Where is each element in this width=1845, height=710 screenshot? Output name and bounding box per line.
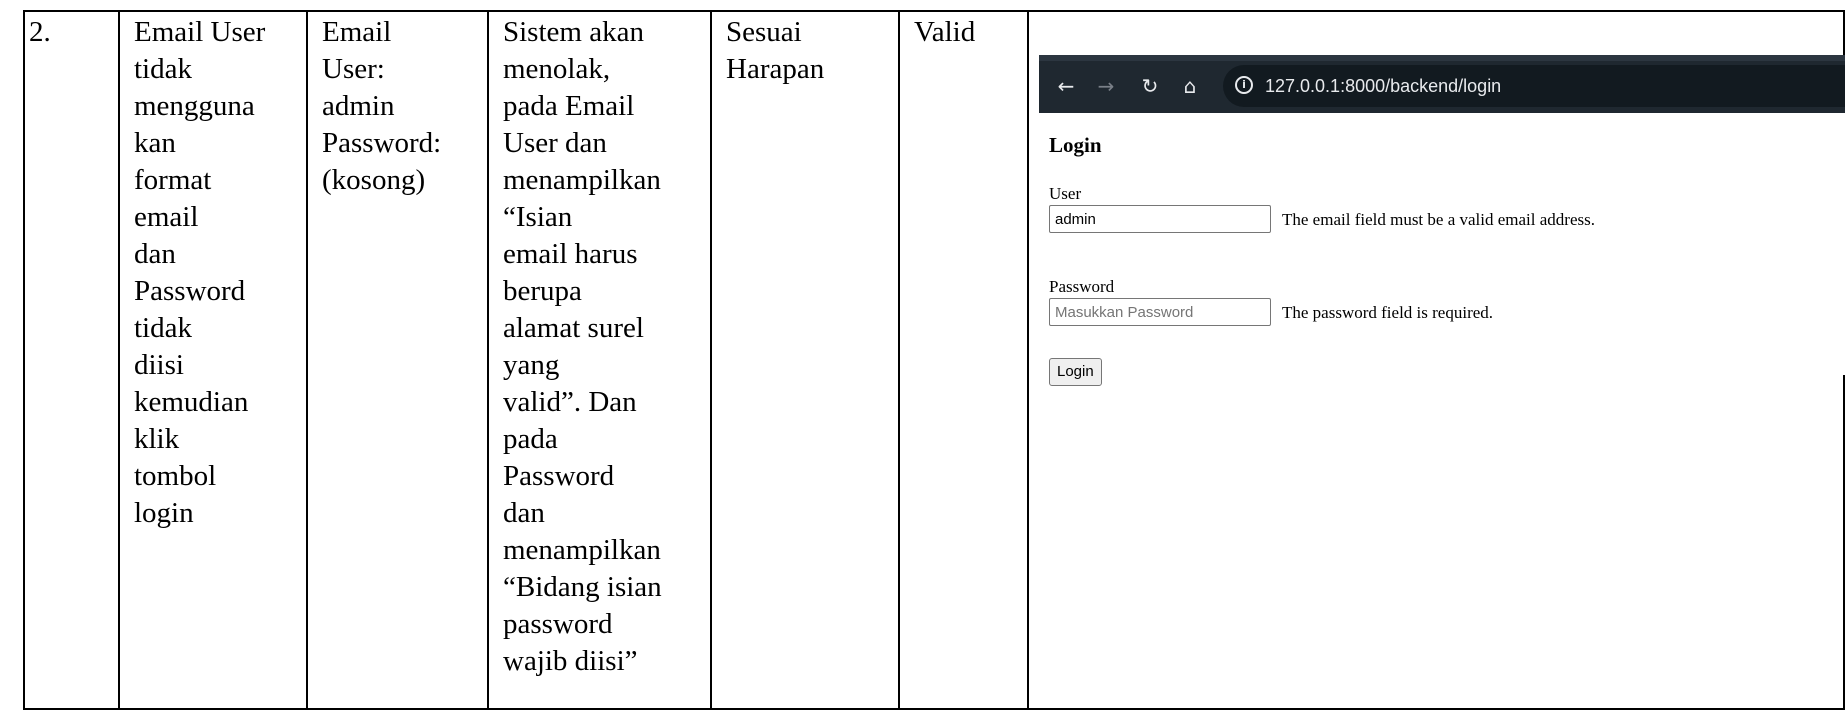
login-button[interactable]: Login: [1049, 358, 1102, 386]
cell-expected: Sistem akan menolak, pada Email User dan…: [487, 10, 712, 710]
page-title: Login: [1049, 133, 1102, 157]
password-label: Password: [1049, 277, 1115, 296]
user-error-message: The email field must be a valid email ad…: [1282, 210, 1595, 229]
row-number: 2.: [29, 16, 51, 48]
user-input[interactable]: [1049, 205, 1271, 233]
password-input[interactable]: [1049, 298, 1271, 326]
reload-icon[interactable]: ↻: [1135, 71, 1165, 101]
table-row: 2. Email User tidak mengguna kan format …: [23, 10, 1845, 710]
observed-result-text: Sesuai Harapan: [726, 16, 825, 85]
login-screenshot: ← → ↻ ⌂ i 127.0.0.1:8000/backend/login L…: [1039, 55, 1845, 386]
test-data-text: Email User: admin Password: (kosong): [322, 16, 442, 196]
arrow-left-icon[interactable]: ←: [1051, 71, 1081, 101]
cell-test-data: Email User: admin Password: (kosong): [306, 10, 489, 710]
cell-result: Valid: [898, 10, 1029, 710]
arrow-right-icon[interactable]: →: [1091, 71, 1121, 101]
result-text: Valid: [914, 16, 976, 48]
cell-number: 2.: [23, 10, 120, 710]
password-error-message: The password field is required.: [1282, 303, 1494, 322]
expected-result-text: Sistem akan menolak, pada Email User dan…: [503, 16, 662, 677]
home-icon[interactable]: ⌂: [1175, 71, 1205, 101]
info-icon[interactable]: i: [1235, 76, 1253, 94]
browser-toolbar: ← → ↻ ⌂ i 127.0.0.1:8000/backend/login: [1039, 55, 1845, 113]
address-bar[interactable]: i 127.0.0.1:8000/backend/login: [1223, 65, 1845, 107]
login-page: Login User The email field must be a val…: [1039, 113, 1845, 386]
test-case-table: 2. Email User tidak mengguna kan format …: [23, 10, 1845, 710]
user-label: User: [1049, 184, 1082, 203]
url-text: 127.0.0.1:8000/backend/login: [1265, 76, 1502, 96]
test-case-text: Email User tidak mengguna kan format ema…: [134, 16, 266, 529]
cell-screenshot: ← → ↻ ⌂ i 127.0.0.1:8000/backend/login L…: [1027, 10, 1845, 710]
document-page: 2. Email User tidak mengguna kan format …: [0, 0, 1845, 710]
cell-test-case: Email User tidak mengguna kan format ema…: [118, 10, 308, 710]
cell-observed: Sesuai Harapan: [710, 10, 900, 710]
